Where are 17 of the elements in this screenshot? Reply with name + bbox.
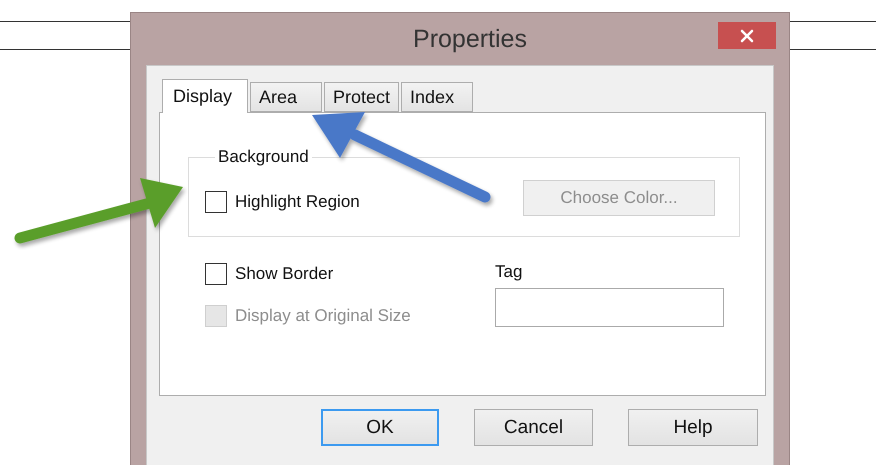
dialog-button[interactable]: Help: [628, 409, 758, 446]
dialog-button[interactable]: Cancel: [474, 409, 593, 446]
group-title: Background: [217, 147, 310, 167]
tab[interactable]: Area: [250, 82, 322, 112]
tag-field[interactable]: [495, 288, 724, 327]
checkbox-label: Show Border: [235, 264, 334, 284]
checkbox[interactable]: [205, 263, 227, 285]
dialog-button[interactable]: OK: [321, 409, 439, 446]
tab[interactable]: Index: [401, 82, 474, 112]
tab[interactable]: Protect: [324, 82, 400, 112]
checkbox[interactable]: [205, 191, 227, 213]
checkbox-label: Highlight Region: [235, 192, 360, 212]
field-label: Tag: [495, 262, 524, 282]
close-button[interactable]: [718, 22, 776, 49]
window-title: Properties: [412, 24, 527, 54]
checkbox-label: Display at Original Size: [235, 306, 411, 326]
tab[interactable]: Display: [162, 79, 248, 113]
